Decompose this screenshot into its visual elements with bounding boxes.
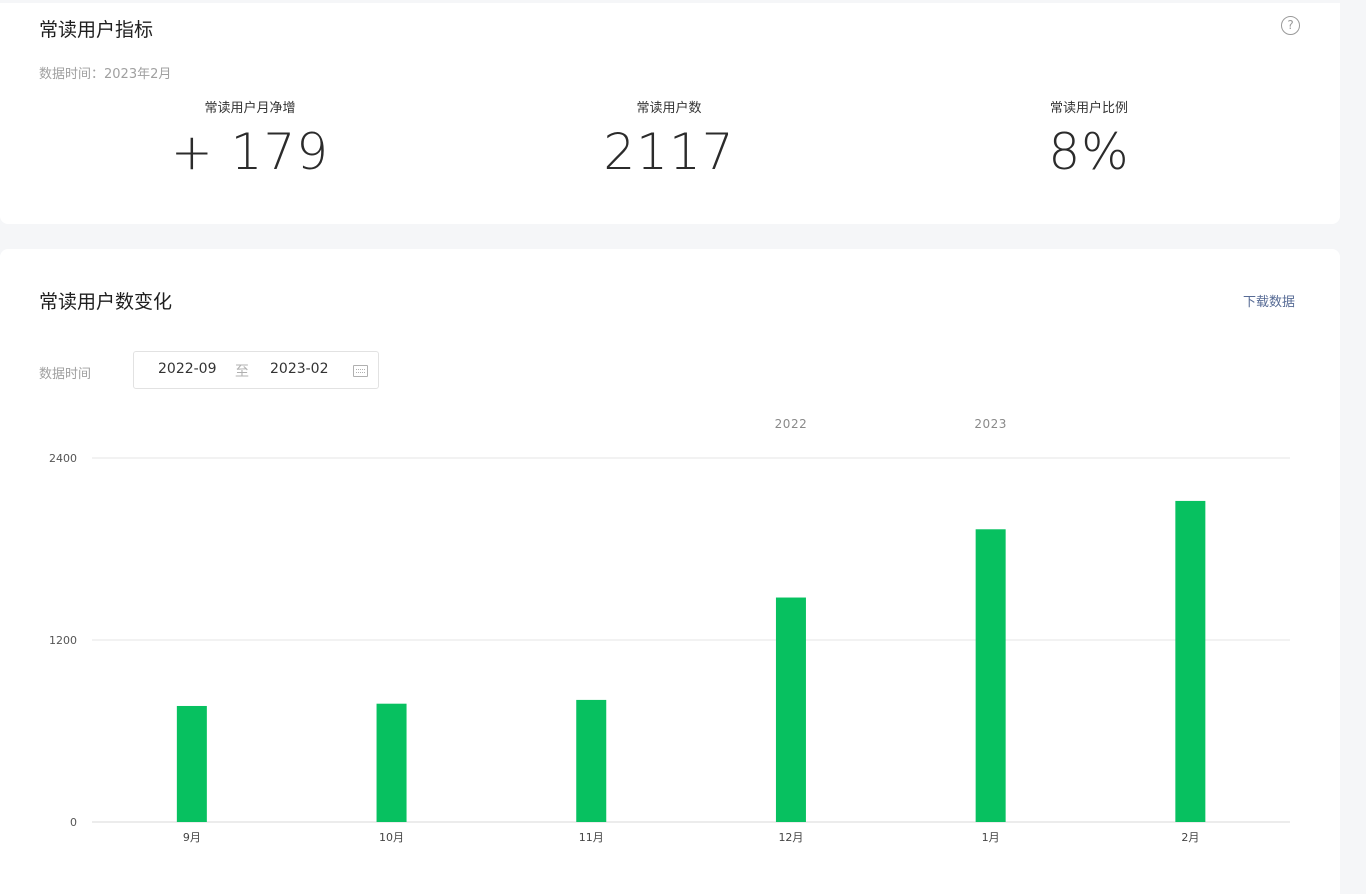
metric-regular-reader-ratio: 常读用户比例 8% xyxy=(939,99,1239,183)
metric-value: 8% xyxy=(1048,123,1130,181)
y-tick-label: 2400 xyxy=(49,452,77,465)
x-tick-label: 11月 xyxy=(579,831,604,844)
metric-value: + 179 xyxy=(170,123,330,181)
date-filter-label: 数据时间 xyxy=(39,367,92,382)
year-label: 2022 xyxy=(775,417,808,431)
metric-label: 常读用户数 xyxy=(636,101,702,116)
metric-regular-reader-count: 常读用户数 2117 xyxy=(519,99,819,183)
x-tick-label: 12月 xyxy=(778,831,803,844)
metrics-card-title: 常读用户指标 xyxy=(39,19,154,41)
calendar-icon[interactable] xyxy=(353,365,368,377)
question-circle-icon[interactable]: ? xyxy=(1281,16,1300,35)
download-data-link[interactable]: 下载数据 xyxy=(1243,291,1295,310)
bar xyxy=(376,703,407,822)
range-start-input[interactable]: 2022-09 xyxy=(158,361,217,377)
metrics-data-time: 数据时间：2023年2月 xyxy=(39,67,172,82)
bar xyxy=(975,529,1006,822)
metrics-card: 常读用户指标 ? 数据时间：2023年2月 常读用户月净增 + 179 常读用户… xyxy=(0,3,1340,224)
range-end-input[interactable]: 2023-02 xyxy=(270,361,329,377)
metric-monthly-net-growth: 常读用户月净增 + 179 xyxy=(100,99,400,183)
year-label: 2023 xyxy=(974,417,1007,431)
bar xyxy=(1175,500,1206,822)
date-range-picker[interactable]: 2022-09 至 2023-02 xyxy=(133,351,379,389)
bar xyxy=(775,597,806,822)
metric-value: 2117 xyxy=(603,123,735,181)
metric-label: 常读用户比例 xyxy=(1049,101,1128,116)
x-tick-label: 10月 xyxy=(379,831,404,844)
x-tick-label: 1月 xyxy=(982,831,1000,844)
bar xyxy=(176,705,207,822)
metric-label: 常读用户月净增 xyxy=(204,101,296,116)
page-edge xyxy=(1340,0,1366,894)
bar xyxy=(576,699,607,822)
trend-card-title: 常读用户数变化 xyxy=(39,291,173,313)
range-separator: 至 xyxy=(235,364,249,380)
x-tick-label: 2月 xyxy=(1181,831,1199,844)
regular-readers-bar-chart: 0 1200 2400 9月 10月 11月 12月 1月 2月 2022 2023 xyxy=(49,417,1290,844)
y-tick-label: 1200 xyxy=(49,634,77,647)
trend-card: 常读用户数变化 下载数据 数据时间 2022-09 至 2023-02 0 120… xyxy=(0,249,1340,894)
x-tick-label: 9月 xyxy=(183,831,201,844)
y-tick-label: 0 xyxy=(70,816,77,829)
